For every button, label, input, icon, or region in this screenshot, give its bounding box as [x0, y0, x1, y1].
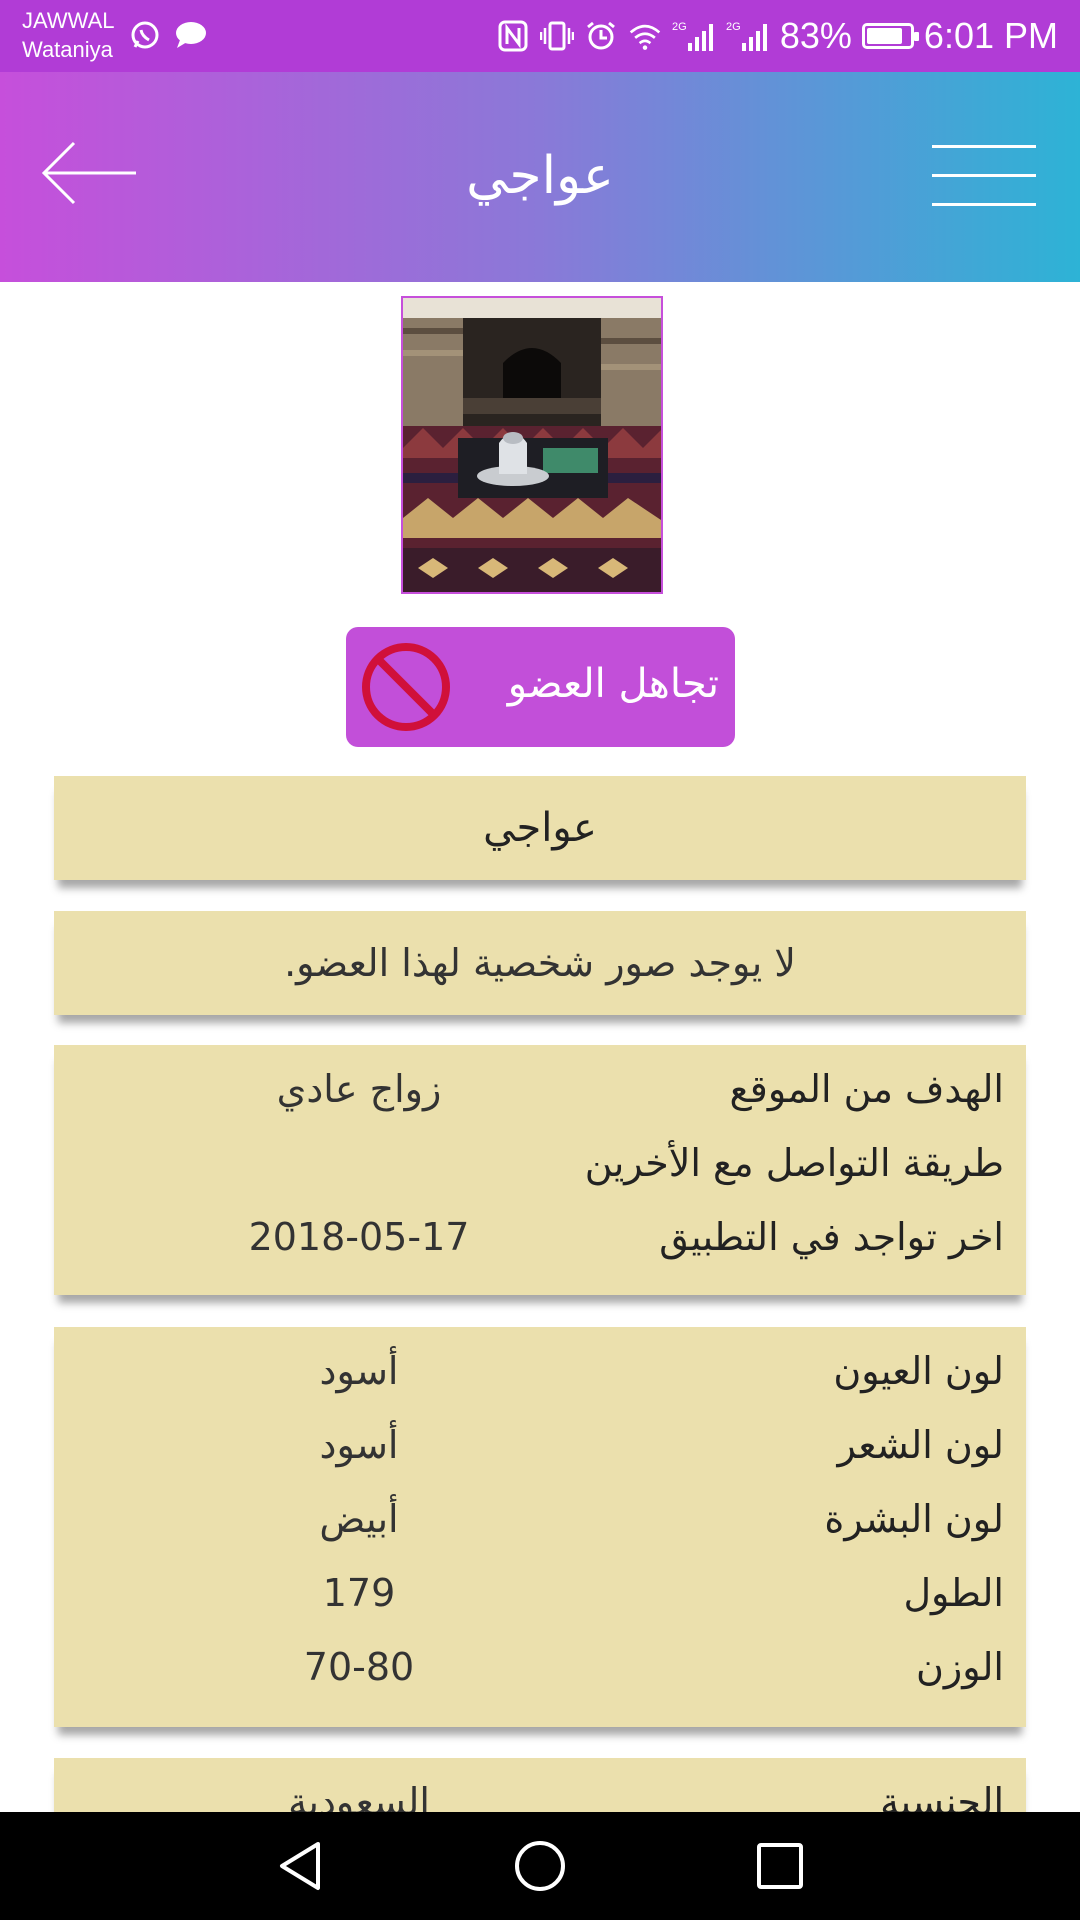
no-photos-message: لا يوجد صور شخصية لهذا العضو. — [284, 941, 796, 985]
info-row-contact: طريقة التواصل مع الأخرين — [54, 1129, 1026, 1203]
signal-1-icon: 2G — [672, 19, 716, 53]
info-row-eye-color: لون العيون أسود — [54, 1337, 1026, 1411]
info-row-goal: الهدف من الموقع زواج عادي — [54, 1055, 1026, 1129]
vibrate-icon — [539, 19, 574, 53]
info-row-skin-color: لون البشرة أبيض — [54, 1485, 1026, 1559]
app-header: عواجي — [0, 72, 1080, 282]
majlis-photo-image — [403, 298, 661, 592]
ignore-member-button[interactable]: تجاهل العضو — [346, 627, 735, 747]
carrier-label: JAWWAL Wataniya — [22, 6, 114, 64]
alarm-icon — [584, 19, 618, 53]
info-row-height: الطول 179 — [54, 1559, 1026, 1633]
nav-back-button[interactable] — [270, 1836, 330, 1896]
battery-icon — [861, 23, 919, 49]
info-card-goals: الهدف من الموقع زواج عادي طريقة التواصل … — [54, 1045, 1026, 1295]
prohibited-icon — [360, 641, 452, 733]
square-recents-icon — [757, 1843, 803, 1889]
info-label: طريقة التواصل مع الأخرين — [584, 1141, 1004, 1185]
notification-icons — [128, 18, 208, 52]
signal-2-icon: 2G — [726, 19, 770, 53]
menu-line — [932, 174, 1036, 177]
whatsapp-icon — [128, 18, 162, 52]
ignore-member-label: تجاهل العضو — [507, 661, 719, 707]
profile-photo[interactable] — [401, 296, 663, 594]
nav-recents-button[interactable] — [750, 1836, 810, 1896]
info-row-weight: الوزن 70-80 — [54, 1633, 1026, 1707]
info-label: لون البشرة — [824, 1497, 1004, 1541]
status-bar: JAWWAL Wataniya 2G 2G 83% 6:01 PM — [0, 0, 1080, 72]
member-name-card: عواجي — [54, 776, 1026, 880]
info-value: 179 — [322, 1571, 396, 1615]
info-value: أبيض — [319, 1497, 399, 1541]
photos-card: لا يوجد صور شخصية لهذا العضو. — [54, 911, 1026, 1015]
info-value: 2018-05-17 — [248, 1215, 470, 1259]
info-label: الهدف من الموقع — [729, 1067, 1004, 1111]
info-row-hair-color: لون الشعر أسود — [54, 1411, 1026, 1485]
message-bubble-icon — [174, 18, 208, 52]
menu-button[interactable] — [932, 145, 1036, 207]
battery-fill — [866, 28, 902, 44]
info-label: لون العيون — [833, 1349, 1004, 1393]
clock: 6:01 PM — [923, 15, 1058, 56]
system-navigation-bar — [0, 1812, 1080, 1920]
member-name: عواجي — [483, 805, 597, 851]
page-title: عواجي — [466, 146, 614, 206]
menu-line — [932, 145, 1036, 148]
network-type-1: 2G — [672, 21, 687, 33]
battery-percent: 83% — [779, 15, 852, 56]
info-value: أسود — [319, 1423, 399, 1467]
info-value: أسود — [319, 1349, 399, 1393]
system-indicators: 2G 2G 83% 6:01 PM — [496, 0, 1058, 72]
carrier-line-1: JAWWAL — [22, 8, 115, 33]
network-type-2: 2G — [726, 21, 741, 33]
info-label: لون الشعر — [837, 1423, 1004, 1467]
info-label: الطول — [903, 1571, 1004, 1615]
nfc-icon — [496, 19, 530, 53]
triangle-back-icon — [280, 1842, 320, 1890]
wifi-icon — [628, 19, 662, 53]
info-value: زواج عادي — [276, 1067, 442, 1111]
menu-line — [932, 203, 1036, 206]
info-label: الوزن — [915, 1645, 1004, 1689]
circle-home-icon — [515, 1841, 565, 1891]
carrier-line-2: Wataniya — [22, 37, 113, 62]
info-row-last-seen: اخر تواجد في التطبيق 2018-05-17 — [54, 1203, 1026, 1277]
info-card-appearance: لون العيون أسود لون الشعر أسود لون البشر… — [54, 1327, 1026, 1727]
info-value: 70-80 — [303, 1645, 415, 1689]
nav-home-button[interactable] — [510, 1836, 570, 1896]
info-label: اخر تواجد في التطبيق — [659, 1215, 1004, 1259]
